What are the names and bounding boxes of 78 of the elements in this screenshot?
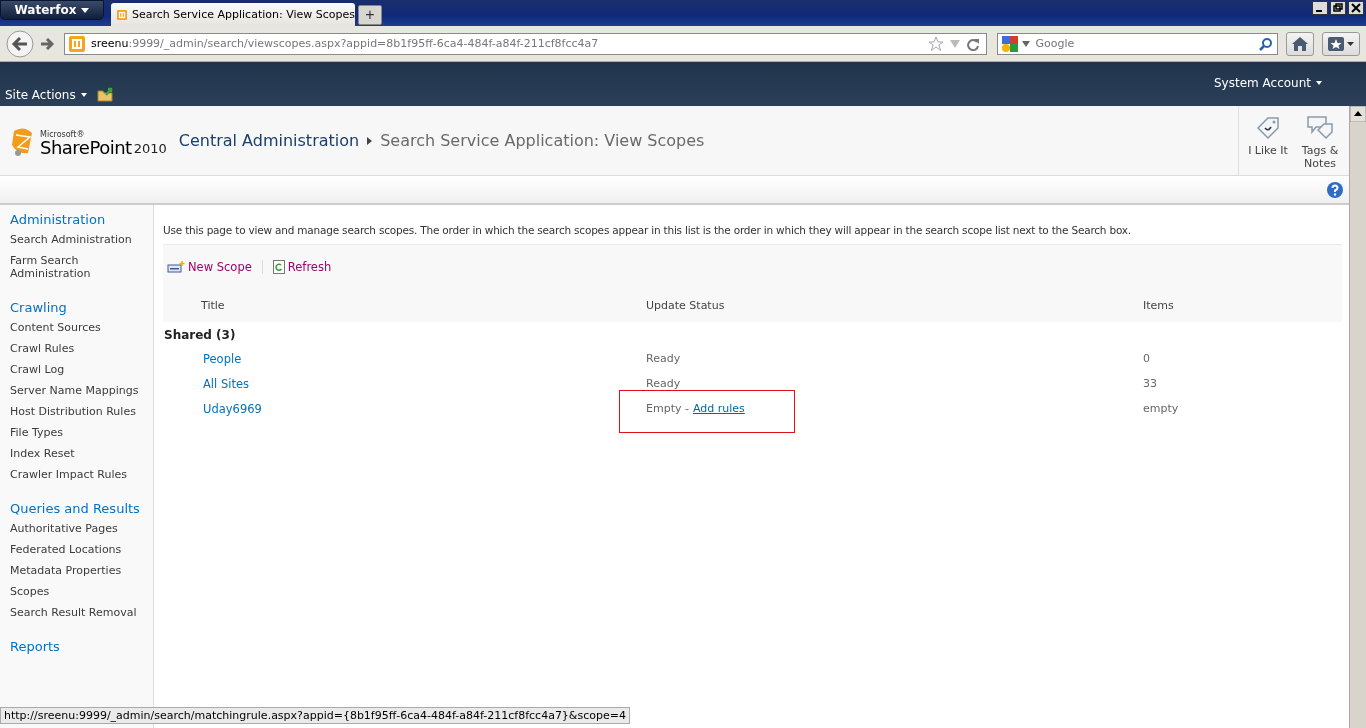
like-button[interactable]: I Like It: [1245, 114, 1291, 157]
sidebar-item[interactable]: Content Sources: [10, 321, 101, 334]
restore-icon[interactable]: [1330, 1, 1346, 15]
caret-icon: [1316, 81, 1322, 85]
status-text: Ready: [646, 377, 681, 390]
sidebar-item[interactable]: Scopes: [10, 585, 50, 598]
column-header[interactable]: Update Status: [646, 299, 1143, 312]
brand-name: SharePoint: [40, 138, 132, 157]
caret-icon: [81, 7, 90, 13]
star-icon[interactable]: [927, 35, 944, 52]
sidebar-item[interactable]: Crawl Log: [10, 363, 65, 376]
scope-link[interactable]: All Sites: [203, 376, 646, 391]
back-icon[interactable]: [6, 29, 34, 58]
sidebar-item[interactable]: Search Result Removal: [10, 606, 137, 619]
sidebar-item[interactable]: Authoritative Pages: [10, 522, 118, 535]
status-bar: http://sreenu:9999/_admin/search/matchingrule.aspx?appid={8b1f95ff-6ca4-484f-a84f-211cf8fcc4a7}&scope=4: [0, 707, 630, 724]
refresh-link[interactable]: Refresh: [272, 260, 332, 274]
smiley-tag-icon: [1254, 114, 1282, 142]
sidebar-item[interactable]: Crawl Rules: [10, 342, 75, 355]
scrollbar[interactable]: [1349, 106, 1366, 728]
new-tab-button[interactable]: +: [358, 5, 382, 25]
column-header[interactable]: Items: [1143, 299, 1174, 312]
sidebar-item[interactable]: Index Reset: [10, 447, 75, 460]
breadcrumb-arrow-icon: [367, 136, 373, 145]
browser-tab[interactable]: Search Service Application: View Scopes: [111, 3, 355, 26]
sidebar-heading[interactable]: Reports: [10, 639, 60, 654]
add-rules-link[interactable]: Add rules: [692, 402, 745, 415]
refresh-icon: [272, 260, 285, 274]
sidebar-item[interactable]: Host Distribution Rules: [10, 405, 136, 418]
status-text: Ready: [646, 352, 681, 365]
speech-tag-icon: [1306, 114, 1334, 142]
dropdown-icon[interactable]: [1021, 40, 1030, 47]
breadcrumb-link[interactable]: Central Administration: [178, 131, 360, 150]
site-actions-menu[interactable]: Site Actions: [5, 88, 87, 102]
bookmark-star-icon: [1327, 35, 1355, 52]
brand-caption: Microsoft®: [40, 130, 86, 139]
app-menu-button[interactable]: Waterfox: [0, 0, 104, 20]
brand-year: 2010: [133, 140, 167, 156]
scope-link[interactable]: People: [203, 351, 646, 366]
group-heading: Shared (3): [163, 327, 237, 344]
caret-icon: [80, 93, 87, 97]
sidebar-item[interactable]: Farm Search Administration: [10, 254, 153, 280]
home-button[interactable]: [1286, 31, 1315, 56]
column-header[interactable]: Title: [201, 299, 646, 312]
minimize-icon[interactable]: [1312, 1, 1328, 15]
new-scope-link[interactable]: New Scope: [167, 260, 252, 274]
close-icon[interactable]: [1348, 1, 1364, 15]
tags-notes-button[interactable]: Tags & Notes: [1297, 114, 1343, 170]
sidebar-heading[interactable]: Crawling: [10, 300, 67, 315]
items-cell: empty: [1143, 402, 1179, 415]
search-icon[interactable]: [1259, 36, 1274, 51]
home-icon: [1291, 35, 1310, 52]
intro-text: Use this page to view and manage search scopes. The order in which the search scopes appear in this list is the order in which they will appear in the search scope list next to the Search box.: [163, 224, 1132, 236]
address-field[interactable]: sreenu:9999/_admin/search/viewscopes.aspx?appid=8b1f95ff-6ca4-484f-a84f-211cf8fcc4a7: [63, 32, 987, 55]
items-cell: 33: [1143, 377, 1157, 390]
help-icon[interactable]: [1327, 181, 1343, 198]
reload-icon[interactable]: [965, 36, 980, 51]
new-item-icon: [167, 261, 185, 273]
sidebar-item[interactable]: Federated Locations: [10, 543, 122, 556]
sidebar-heading[interactable]: Queries and Results: [10, 501, 140, 516]
status-text: Empty -: [646, 402, 689, 415]
sidebar-item[interactable]: Server Name Mappings: [10, 384, 139, 397]
tab-title: Search Service Application: View Scopes: [132, 8, 355, 21]
page-title: Search Service Application: View Scopes: [380, 131, 705, 150]
sidebar-item[interactable]: Search Administration: [10, 233, 132, 246]
sidebar-item[interactable]: File Types: [10, 426, 63, 439]
sharepoint-icon: [68, 35, 85, 52]
sidebar-item[interactable]: Crawler Impact Rules: [10, 468, 127, 481]
sidebar-heading[interactable]: Administration: [10, 212, 106, 227]
bookmarks-button[interactable]: [1322, 31, 1360, 56]
search-field[interactable]: Google: [996, 32, 1279, 55]
google-icon: [1001, 35, 1018, 52]
scope-link[interactable]: Uday6969: [203, 401, 646, 416]
items-cell: 0: [1143, 352, 1150, 365]
folder-arrow-icon[interactable]: [96, 86, 115, 102]
account-menu[interactable]: System Account: [1214, 76, 1322, 90]
scroll-up-icon[interactable]: [1350, 106, 1366, 122]
sidebar-item[interactable]: Metadata Properties: [10, 564, 122, 577]
